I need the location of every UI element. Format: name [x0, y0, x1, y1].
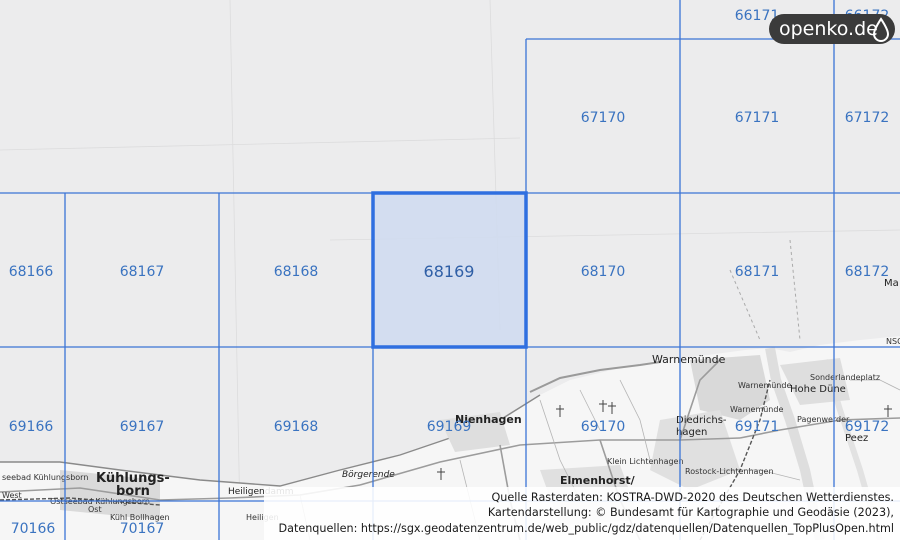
place-nsg-fragment: NSG [886, 337, 900, 346]
attribution-line-3[interactable]: Datenquellen: https://sgx.geodatenzentru… [264, 521, 894, 537]
cell-label-69172[interactable]: 69172 [845, 419, 890, 435]
place-pagenwerder: Pagenwerder [797, 415, 850, 424]
place-warnemuende-small-2: Warnemünde [730, 405, 783, 414]
place-klein-lichtenhagen: Klein Lichtenhagen [607, 457, 684, 466]
cell-label-69171[interactable]: 69171 [735, 419, 780, 435]
place-warnemuende-small: Warnemünde [738, 381, 791, 390]
raindrop-icon [872, 17, 890, 42]
place-ost: Ost [88, 505, 102, 514]
cell-label-67170[interactable]: 67170 [581, 110, 626, 126]
cell-label-69170[interactable]: 69170 [581, 419, 626, 435]
place-seebad-kuehlungsborn: seebad Kühlungsborn [2, 473, 88, 482]
attribution-line-1: Quelle Rasterdaten: KOSTRA-DWD-2020 des … [491, 490, 894, 504]
cell-label-70167[interactable]: 70167 [120, 521, 165, 537]
place-elmenhorst: Elmenhorst/ [560, 474, 636, 487]
cell-label-68169[interactable]: 68169 [424, 262, 475, 281]
place-boergerende: Börgerende [342, 470, 395, 480]
attribution-box: Quelle Rasterdaten: KOSTRA-DWD-2020 des … [264, 486, 900, 540]
cell-label-67172[interactable]: 67172 [845, 110, 890, 126]
cell-label-69167[interactable]: 69167 [120, 419, 165, 435]
attribution-line-2: Kartendarstellung: © Bundesamt für Karto… [487, 506, 894, 519]
place-warnemuende: Warnemünde [652, 353, 726, 366]
place-rostock-lichtenhagen: Rostock-Lichtenhagen [685, 467, 774, 476]
cell-label-68170[interactable]: 68170 [581, 264, 626, 280]
cell-label-69168[interactable]: 69168 [274, 419, 319, 435]
place-diedrichshagen-2: hagen [676, 427, 707, 438]
cell-label-69166[interactable]: 69166 [9, 419, 54, 435]
place-diedrichshagen-1: Diedrichs- [676, 415, 727, 426]
place-west: West [2, 491, 22, 500]
map-canvas[interactable]: Warnemünde Warnemünde Warnemünde Hohe Dü… [0, 0, 900, 540]
place-sonderlandeplatz: Sonderlandeplatz [810, 373, 880, 382]
openko-logo[interactable]: openko.de [769, 14, 895, 44]
cell-label-68172[interactable]: 68172 [845, 264, 890, 280]
cell-label-68167[interactable]: 68167 [120, 264, 165, 280]
cell-label-68168[interactable]: 68168 [274, 264, 319, 280]
logo-text: openko.de [779, 18, 878, 40]
cell-label-70166[interactable]: 70166 [11, 521, 56, 537]
cell-label-68166[interactable]: 68166 [9, 264, 54, 280]
cell-label-68171[interactable]: 68171 [735, 264, 780, 280]
cell-label-69169[interactable]: 69169 [427, 419, 472, 435]
place-hohe-duene: Hohe Düne [790, 384, 846, 395]
cell-label-67171[interactable]: 67171 [735, 110, 780, 126]
